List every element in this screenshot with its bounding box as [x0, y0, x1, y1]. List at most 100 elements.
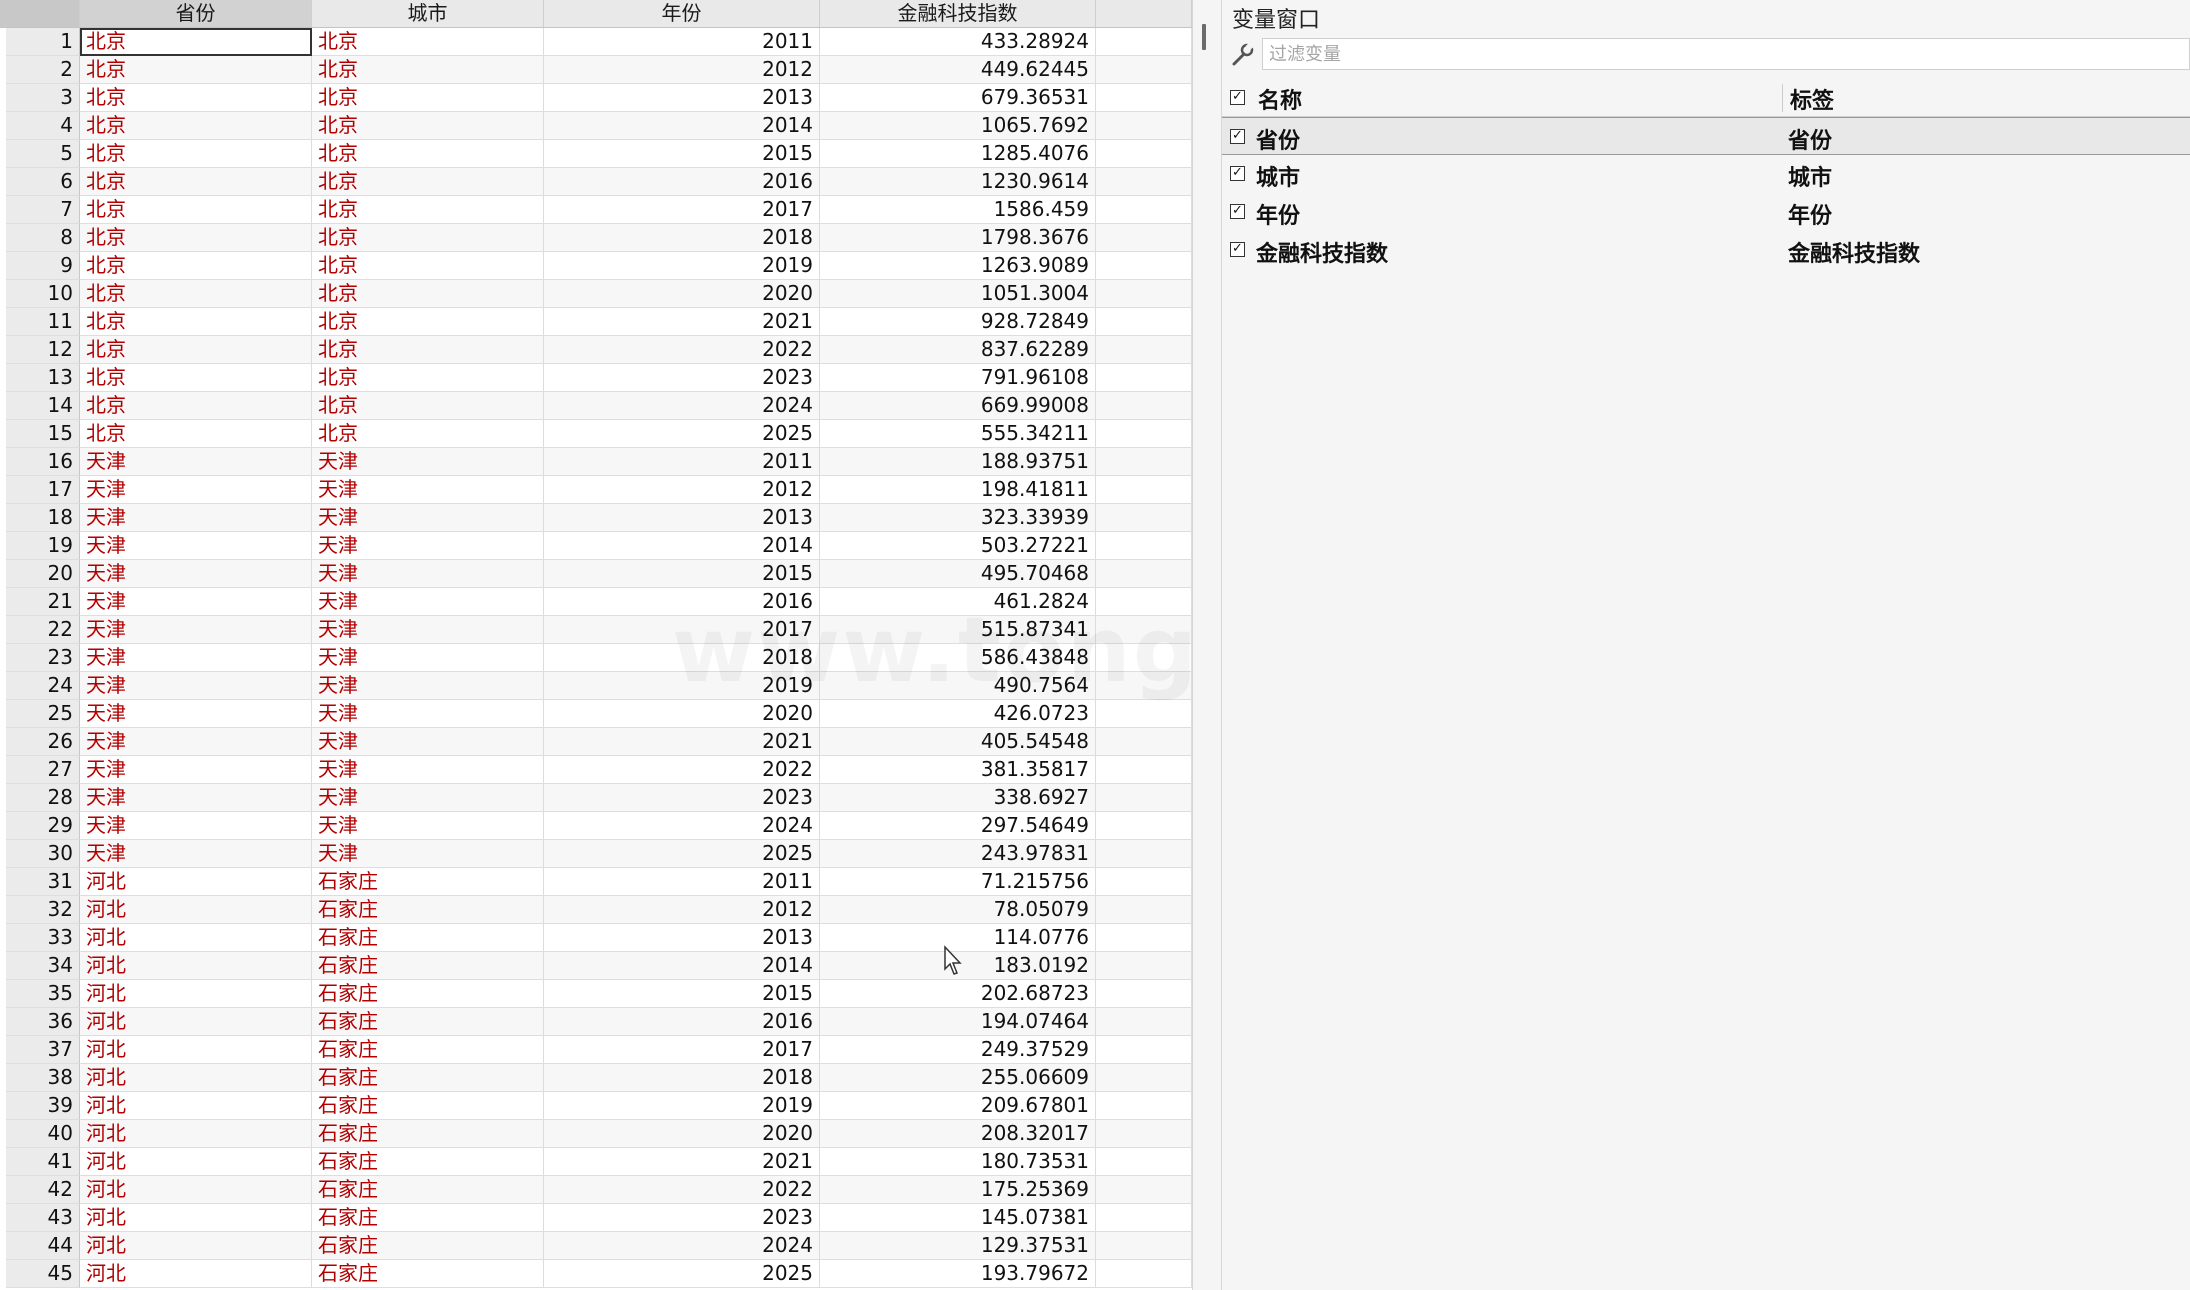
cell-year[interactable]: 2014 [544, 952, 820, 980]
table-row[interactable]: 39 河北 石家庄 2019 209.67801 [0, 1092, 1192, 1120]
cell-city[interactable]: 天津 [312, 476, 544, 504]
cell-fintech-index[interactable]: 381.35817 [820, 756, 1096, 784]
cell-fintech-index[interactable]: 255.06609 [820, 1064, 1096, 1092]
cell-city[interactable]: 天津 [312, 644, 544, 672]
cell-province[interactable]: 北京 [80, 308, 312, 336]
cell-province[interactable]: 北京 [80, 224, 312, 252]
cell-city[interactable]: 北京 [312, 84, 544, 112]
cell-year[interactable]: 2017 [544, 1036, 820, 1064]
row-number[interactable]: 5 [6, 140, 80, 168]
row-number[interactable]: 19 [6, 532, 80, 560]
pane-splitter[interactable] [1192, 0, 1222, 1290]
cell-city[interactable]: 石家庄 [312, 952, 544, 980]
cell-year[interactable]: 2012 [544, 476, 820, 504]
cell-year[interactable]: 2021 [544, 308, 820, 336]
table-row[interactable]: 14 北京 北京 2024 669.99008 [0, 392, 1192, 420]
cell-province[interactable]: 河北 [80, 896, 312, 924]
cell-year[interactable]: 2025 [544, 1260, 820, 1288]
cell-fintech-index[interactable]: 193.79672 [820, 1260, 1096, 1288]
cell-city[interactable]: 天津 [312, 532, 544, 560]
cell-fintech-index[interactable]: 515.87341 [820, 616, 1096, 644]
row-number[interactable]: 22 [6, 616, 80, 644]
row-number[interactable]: 4 [6, 112, 80, 140]
variable-row-city[interactable]: ✓ 城市 城市 [1222, 155, 2190, 193]
cell-province[interactable]: 北京 [80, 56, 312, 84]
cell-year[interactable]: 2011 [544, 28, 820, 56]
row-number[interactable]: 3 [6, 84, 80, 112]
cell-city[interactable]: 北京 [312, 280, 544, 308]
cell-fintech-index[interactable]: 586.43848 [820, 644, 1096, 672]
table-row[interactable]: 24 天津 天津 2019 490.7564 [0, 672, 1192, 700]
row-number[interactable]: 44 [6, 1232, 80, 1260]
cell-year[interactable]: 2019 [544, 1092, 820, 1120]
cell-province[interactable]: 河北 [80, 1260, 312, 1288]
cell-province[interactable]: 天津 [80, 616, 312, 644]
cell-city[interactable]: 北京 [312, 392, 544, 420]
row-number[interactable]: 14 [6, 392, 80, 420]
row-number[interactable]: 40 [6, 1120, 80, 1148]
table-row[interactable]: 19 天津 天津 2014 503.27221 [0, 532, 1192, 560]
cell-fintech-index[interactable]: 249.37529 [820, 1036, 1096, 1064]
header-separator[interactable] [1782, 84, 1783, 112]
cell-city[interactable]: 北京 [312, 140, 544, 168]
table-row[interactable]: 31 河北 石家庄 2011 71.215756 [0, 868, 1192, 896]
table-row[interactable]: 11 北京 北京 2021 928.72849 [0, 308, 1192, 336]
table-row[interactable]: 34 河北 石家庄 2014 183.0192 [0, 952, 1192, 980]
cell-year[interactable]: 2011 [544, 868, 820, 896]
cell-province[interactable]: 北京 [80, 84, 312, 112]
data-editor-grid[interactable]: 省份 城市 年份 金融科技指数 1 北京 北京 2011 433.28924 2 北京 北京 2… [0, 0, 1192, 1290]
row-number[interactable]: 7 [6, 196, 80, 224]
table-row[interactable]: 41 河北 石家庄 2021 180.73531 [0, 1148, 1192, 1176]
row-number[interactable]: 13 [6, 364, 80, 392]
row-number[interactable]: 38 [6, 1064, 80, 1092]
cell-province[interactable]: 天津 [80, 784, 312, 812]
cell-year[interactable]: 2015 [544, 980, 820, 1008]
cell-fintech-index[interactable]: 449.62445 [820, 56, 1096, 84]
row-number[interactable]: 41 [6, 1148, 80, 1176]
cell-fintech-index[interactable]: 433.28924 [820, 28, 1096, 56]
table-row[interactable]: 16 天津 天津 2011 188.93751 [0, 448, 1192, 476]
cell-year[interactable]: 2012 [544, 56, 820, 84]
cell-fintech-index[interactable]: 669.99008 [820, 392, 1096, 420]
row-number[interactable]: 16 [6, 448, 80, 476]
row-number[interactable]: 45 [6, 1260, 80, 1288]
cell-year[interactable]: 2023 [544, 1204, 820, 1232]
cell-city[interactable]: 石家庄 [312, 1204, 544, 1232]
table-row[interactable]: 29 天津 天津 2024 297.54649 [0, 812, 1192, 840]
table-row[interactable]: 20 天津 天津 2015 495.70468 [0, 560, 1192, 588]
row-number[interactable]: 37 [6, 1036, 80, 1064]
column-header-fintech-index[interactable]: 金融科技指数 [820, 0, 1096, 27]
table-row[interactable]: 36 河北 石家庄 2016 194.07464 [0, 1008, 1192, 1036]
row-number[interactable]: 34 [6, 952, 80, 980]
cell-province[interactable]: 河北 [80, 1064, 312, 1092]
row-number[interactable]: 8 [6, 224, 80, 252]
row-number[interactable]: 21 [6, 588, 80, 616]
cell-year[interactable]: 2012 [544, 896, 820, 924]
table-row[interactable]: 5 北京 北京 2015 1285.4076 [0, 140, 1192, 168]
row-number-header[interactable] [0, 0, 80, 27]
cell-city[interactable]: 石家庄 [312, 896, 544, 924]
table-row[interactable]: 35 河北 石家庄 2015 202.68723 [0, 980, 1192, 1008]
cell-year[interactable]: 2013 [544, 924, 820, 952]
cell-province[interactable]: 河北 [80, 1008, 312, 1036]
cell-city[interactable]: 北京 [312, 112, 544, 140]
cell-city[interactable]: 石家庄 [312, 1232, 544, 1260]
cell-year[interactable]: 2018 [544, 224, 820, 252]
filter-variables-input[interactable] [1263, 39, 2190, 69]
row-number[interactable]: 30 [6, 840, 80, 868]
cell-year[interactable]: 2025 [544, 420, 820, 448]
cell-province[interactable]: 河北 [80, 980, 312, 1008]
cell-city[interactable]: 天津 [312, 560, 544, 588]
cell-fintech-index[interactable]: 405.54548 [820, 728, 1096, 756]
cell-fintech-index[interactable]: 555.34211 [820, 420, 1096, 448]
cell-fintech-index[interactable]: 837.62289 [820, 336, 1096, 364]
cell-province[interactable]: 北京 [80, 280, 312, 308]
cell-fintech-index[interactable]: 1798.3676 [820, 224, 1096, 252]
row-number[interactable]: 20 [6, 560, 80, 588]
cell-year[interactable]: 2025 [544, 840, 820, 868]
cell-year[interactable]: 2014 [544, 532, 820, 560]
cell-fintech-index[interactable]: 1285.4076 [820, 140, 1096, 168]
cell-province[interactable]: 天津 [80, 812, 312, 840]
cell-city[interactable]: 北京 [312, 336, 544, 364]
cell-fintech-index[interactable]: 243.97831 [820, 840, 1096, 868]
